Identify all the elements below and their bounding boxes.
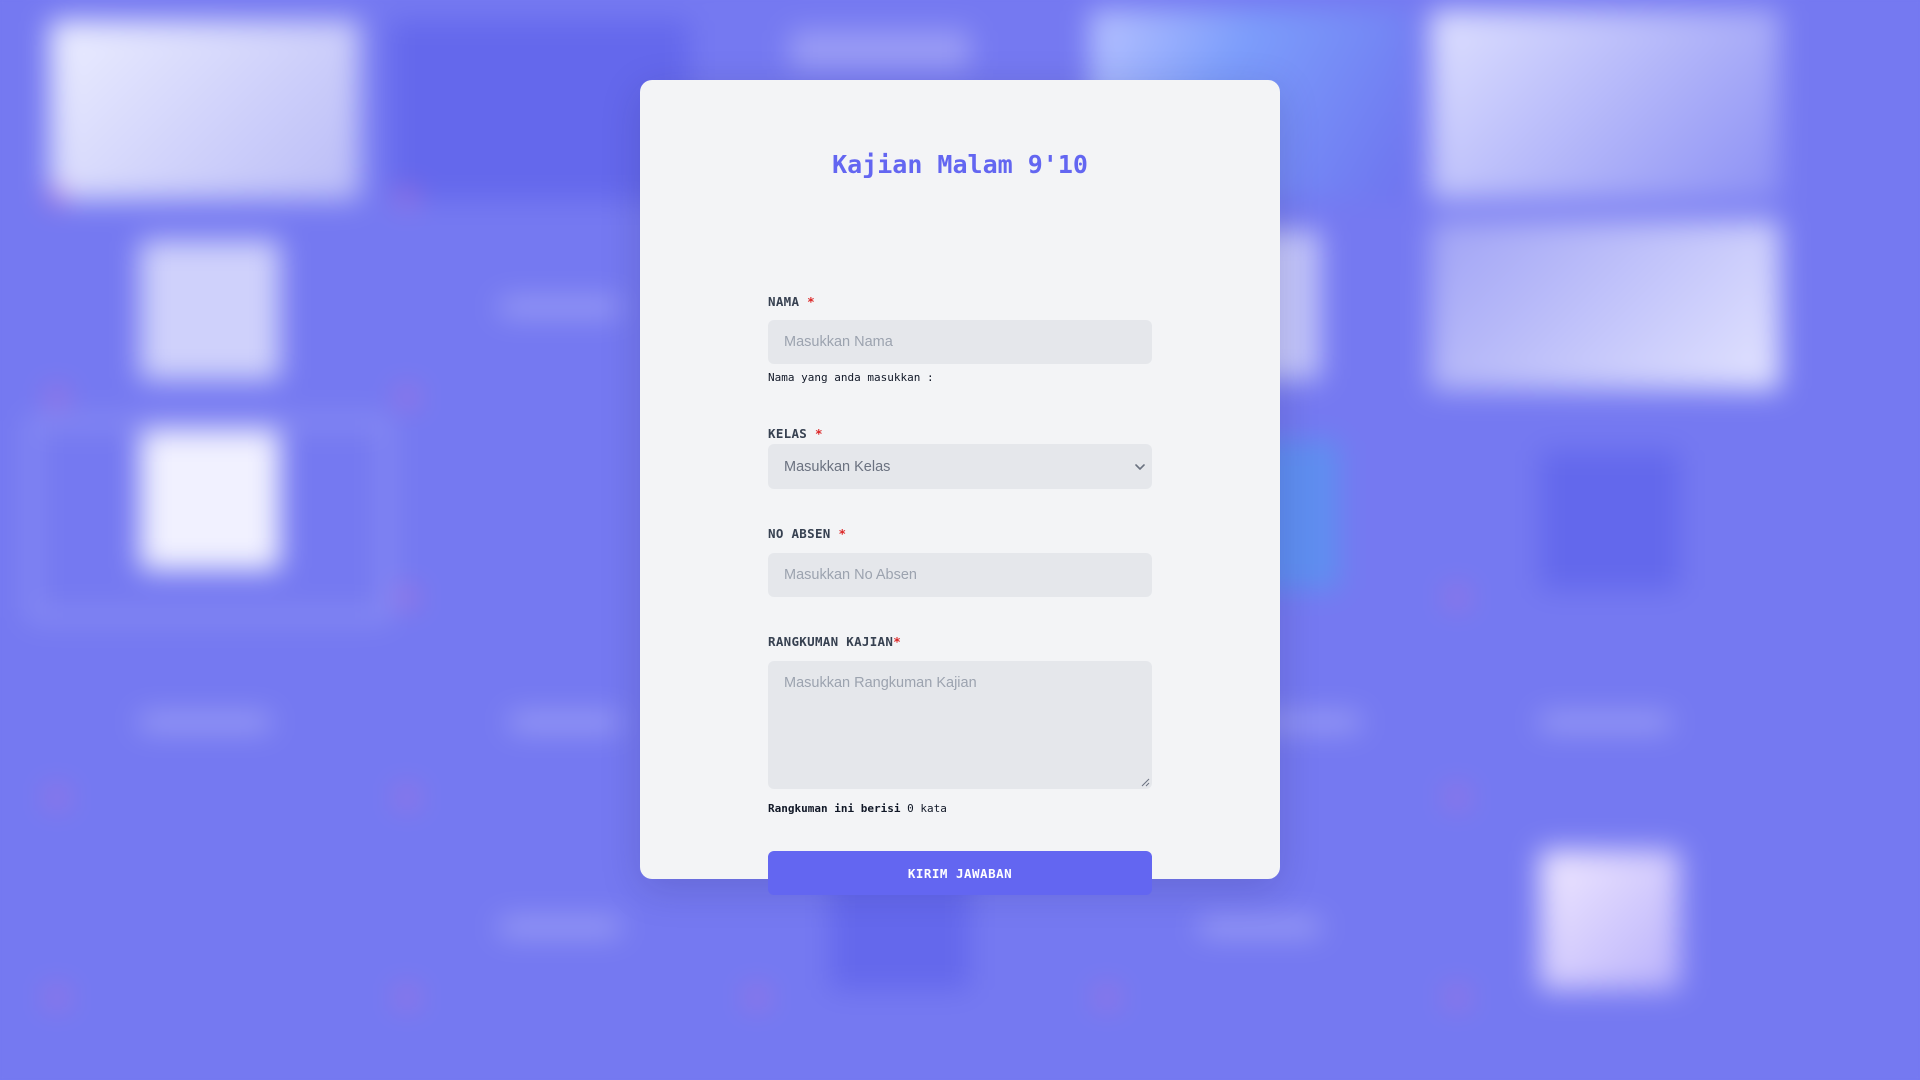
kelas-required-mark: * [814, 426, 823, 441]
word-count-value: 0 [907, 802, 914, 815]
participant-mic-icon [1450, 790, 1464, 804]
participant-tile [1540, 450, 1680, 590]
nama-hint: Nama yang anda masukkan : [768, 371, 934, 384]
participant-tile [790, 30, 970, 70]
form-card: Kajian Malam 9'10 NAMA * Nama yang anda … [640, 80, 1280, 895]
kelas-label-text: KELAS [768, 426, 808, 441]
word-count-text: Rangkuman ini berisi 0 kata [768, 802, 947, 816]
nama-input[interactable] [768, 320, 1152, 364]
participant-tile [50, 20, 360, 200]
participant-mic-icon [400, 390, 414, 404]
resize-handle-icon[interactable] [1140, 777, 1150, 787]
participant-mic-icon [750, 990, 764, 1004]
rangkuman-textarea-wrapper [768, 661, 1152, 789]
participant-name [510, 715, 620, 729]
rangkuman-textarea[interactable] [768, 661, 1152, 789]
participant-mic-icon [50, 390, 64, 404]
nama-label-text: NAMA [768, 294, 800, 309]
participant-name [140, 715, 270, 729]
nama-required-mark: * [807, 294, 815, 309]
participant-mic-icon [50, 190, 64, 204]
no-absen-required-mark: * [838, 526, 847, 541]
no-absen-label-text: NO ABSEN [768, 526, 831, 541]
participant-tile [1540, 850, 1680, 990]
kelas-select-value: Masukkan Kelas [784, 458, 891, 475]
no-absen-input[interactable] [768, 553, 1152, 597]
kelas-select[interactable]: Masukkan Kelas [768, 444, 1152, 489]
word-count-suffix: kata [920, 802, 947, 815]
kelas-label: KELAS * [768, 426, 823, 442]
participant-tile [140, 430, 280, 570]
no-absen-label: NO ABSEN * [768, 526, 846, 542]
nama-label: NAMA * [768, 294, 815, 310]
form-title: Kajian Malam 9'10 [832, 150, 1088, 179]
participant-name [500, 920, 620, 934]
participant-tile [140, 240, 280, 380]
participant-mic-icon [1450, 590, 1464, 604]
participant-tile [1430, 10, 1780, 200]
participant-tile [1430, 220, 1780, 390]
submit-button[interactable]: KIRIM JAWABAN [768, 851, 1152, 895]
participant-name [1540, 715, 1670, 729]
participant-mic-icon [400, 590, 414, 604]
rangkuman-required-mark: * [893, 634, 902, 649]
participant-mic-icon [400, 990, 414, 1004]
rangkuman-label: RANGKUMAN KAJIAN* [768, 634, 901, 650]
participant-mic-icon [1100, 990, 1114, 1004]
participant-name [1200, 920, 1320, 934]
participant-name [500, 300, 620, 314]
participant-mic-icon [1450, 990, 1464, 1004]
word-count-prefix: Rangkuman ini berisi [768, 802, 901, 815]
participant-mic-icon [400, 790, 414, 804]
participant-mic-icon [50, 790, 64, 804]
chevron-down-icon [1135, 464, 1145, 470]
participant-mic-icon [50, 990, 64, 1004]
participant-mic-icon [400, 190, 414, 204]
rangkuman-label-text: RANGKUMAN KAJIAN [768, 634, 894, 649]
